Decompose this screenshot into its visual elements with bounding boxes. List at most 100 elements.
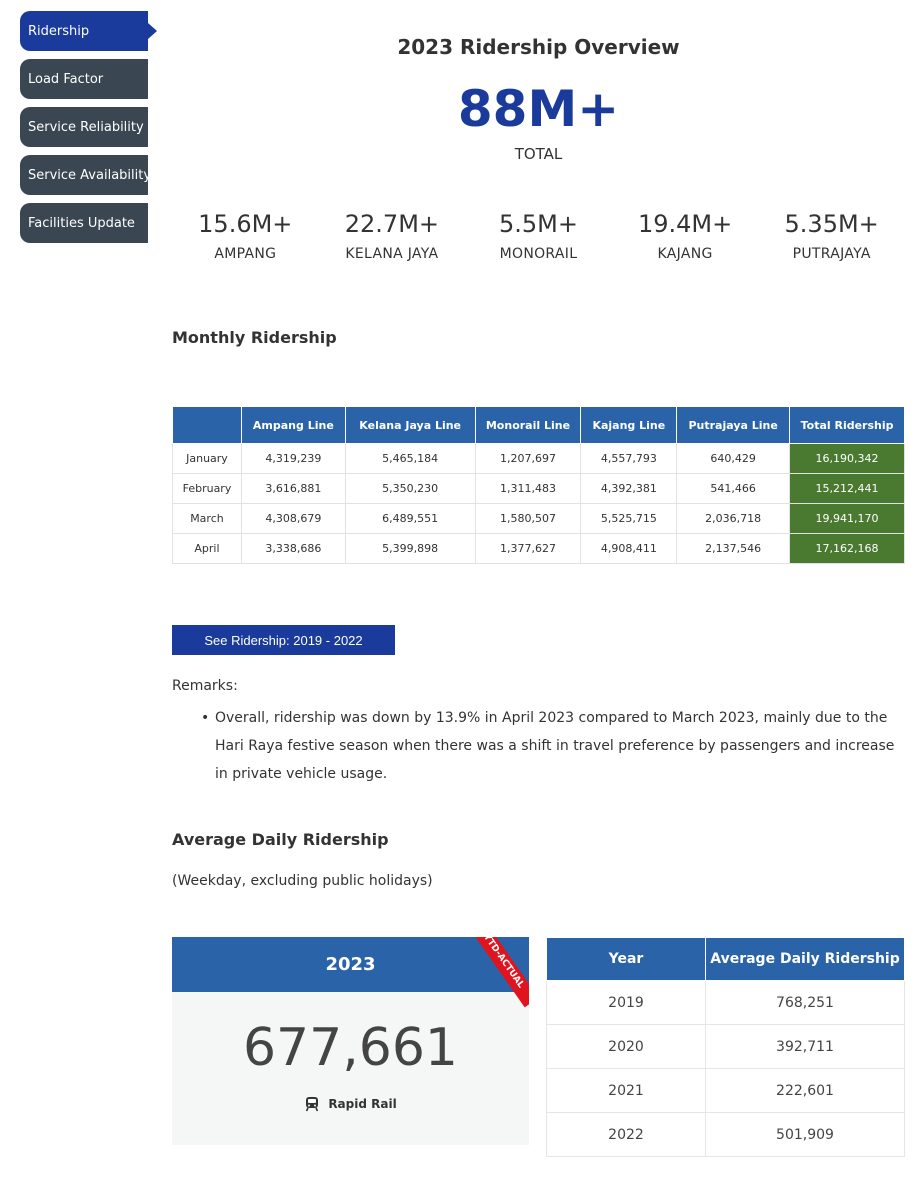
total-cell: 16,190,342 bbox=[789, 443, 905, 474]
table-cell: 2019 bbox=[546, 980, 706, 1025]
stat-value: 22.7M+ bbox=[344, 210, 440, 238]
table-cell: 1,377,627 bbox=[474, 533, 582, 564]
card-label: Rapid Rail bbox=[328, 1097, 397, 1111]
overview-title: 2023 Ridership Overview bbox=[397, 35, 680, 59]
column-header: Kelana Jaya Line bbox=[344, 406, 476, 444]
stat-value: 5.35M+ bbox=[784, 210, 879, 238]
stat-monorail: 5.5M+ MONORAIL bbox=[465, 210, 612, 262]
column-header: Total Ridership bbox=[789, 406, 905, 444]
stat-value: 5.5M+ bbox=[498, 210, 578, 238]
table-cell: 392,711 bbox=[705, 1024, 905, 1069]
table-row: 2020 392,711 bbox=[546, 1024, 905, 1069]
column-header: Monorail Line bbox=[474, 406, 582, 444]
table-cell: 768,251 bbox=[705, 980, 905, 1025]
stat-kajang: 19.4M+ KAJANG bbox=[612, 210, 759, 262]
sidebar-item-label: Service Availability bbox=[28, 167, 152, 183]
table-cell: 6,489,551 bbox=[344, 503, 476, 534]
table-cell: January bbox=[172, 443, 242, 474]
total-cell: 15,212,441 bbox=[789, 473, 905, 504]
remarks-label: Remarks: bbox=[172, 678, 238, 694]
bullet-icon: • bbox=[201, 710, 210, 726]
table-cell: 3,616,881 bbox=[240, 473, 346, 504]
table-cell: 1,207,697 bbox=[474, 443, 582, 474]
table-row: 2019 768,251 bbox=[546, 980, 905, 1025]
table-header-row: Ampang Line Kelana Jaya Line Monorail Li… bbox=[172, 406, 905, 444]
table-row: February 3,616,881 5,350,230 1,311,483 4… bbox=[172, 473, 905, 504]
table-cell: 5,525,715 bbox=[580, 503, 678, 534]
remarks-list: • Overall, ridership was down by 13.9% i… bbox=[201, 704, 907, 788]
table-cell: 3,338,686 bbox=[240, 533, 346, 564]
train-icon bbox=[306, 1097, 319, 1112]
table-cell: 2020 bbox=[546, 1024, 706, 1069]
list-item: • Overall, ridership was down by 13.9% i… bbox=[201, 704, 907, 788]
ytd-card: 2023 YTD-ACTUAL 677,661 Rapid Rail bbox=[172, 937, 529, 1145]
stat-kelana-jaya: 22.7M+ KELANA JAYA bbox=[319, 210, 466, 262]
sidebar-item-label: Load Factor bbox=[28, 71, 104, 87]
table-cell: March bbox=[172, 503, 242, 534]
stat-value: 19.4M+ bbox=[637, 210, 733, 238]
stat-ampang: 15.6M+ AMPANG bbox=[172, 210, 319, 262]
total-cell: 19,941,170 bbox=[789, 503, 905, 534]
table-cell: 1,580,507 bbox=[474, 503, 582, 534]
table-row: March 4,308,679 6,489,551 1,580,507 5,52… bbox=[172, 503, 905, 534]
table-row: April 3,338,686 5,399,898 1,377,627 4,90… bbox=[172, 533, 905, 564]
total-cell: 17,162,168 bbox=[789, 533, 905, 564]
table-cell: 5,465,184 bbox=[344, 443, 476, 474]
table-row: January 4,319,239 5,465,184 1,207,697 4,… bbox=[172, 443, 905, 474]
average-note: (Weekday, excluding public holidays) bbox=[172, 873, 433, 889]
sidebar-item-label: Facilities Update bbox=[28, 215, 135, 231]
table-cell: 2022 bbox=[546, 1112, 706, 1157]
table-cell: 501,909 bbox=[705, 1112, 905, 1157]
overview-total-label: TOTAL bbox=[514, 145, 563, 163]
card-footer: Rapid Rail bbox=[172, 1096, 529, 1112]
table-cell: 5,399,898 bbox=[344, 533, 476, 564]
table-cell: 5,350,230 bbox=[344, 473, 476, 504]
sidebar-item-ridership[interactable]: Ridership bbox=[20, 11, 157, 51]
table-cell: February bbox=[172, 473, 242, 504]
card-year: 2023 bbox=[172, 937, 529, 992]
stat-label: KAJANG bbox=[657, 246, 713, 262]
see-ridership-button[interactable]: See Ridership: 2019 - 2022 bbox=[172, 625, 395, 655]
column-header: Ampang Line bbox=[240, 406, 346, 444]
sidebar-item-load-factor[interactable]: Load Factor bbox=[20, 59, 148, 99]
monthly-ridership-title: Monthly Ridership bbox=[172, 328, 337, 347]
stat-putrajaya: 5.35M+ PUTRAJAYA bbox=[758, 210, 905, 262]
card-value: 677,661 bbox=[242, 1018, 459, 1078]
stat-label: PUTRAJAYA bbox=[792, 246, 871, 262]
table-cell: 4,308,679 bbox=[240, 503, 346, 534]
table-cell: 640,429 bbox=[676, 443, 791, 474]
sidebar-item-facilities-update[interactable]: Facilities Update bbox=[20, 203, 148, 243]
table-cell: 2,036,718 bbox=[676, 503, 791, 534]
table-cell: April bbox=[172, 533, 242, 564]
table-cell: 4,392,381 bbox=[580, 473, 678, 504]
table-cell: 4,557,793 bbox=[580, 443, 678, 474]
stat-label: KELANA JAYA bbox=[345, 246, 439, 262]
sidebar-nav: Ridership Load Factor Service Reliabilit… bbox=[20, 11, 157, 251]
stat-label: MONORAIL bbox=[499, 246, 578, 262]
line-stats: 15.6M+ AMPANG 22.7M+ KELANA JAYA 5.5M+ M… bbox=[172, 210, 905, 262]
table-cell: 4,319,239 bbox=[240, 443, 346, 474]
monthly-ridership-table: Ampang Line Kelana Jaya Line Monorail Li… bbox=[172, 406, 905, 564]
column-header: Average Daily Ridership bbox=[705, 937, 905, 981]
column-header: Putrajaya Line bbox=[676, 406, 791, 444]
table-cell: 4,908,411 bbox=[580, 533, 678, 564]
average-daily-ridership-title: Average Daily Ridership bbox=[172, 830, 389, 849]
table-header-row: Year Average Daily Ridership bbox=[546, 937, 905, 981]
sidebar-item-service-availability[interactable]: Service Availability bbox=[20, 155, 152, 195]
table-cell: 1,311,483 bbox=[474, 473, 582, 504]
column-header bbox=[172, 406, 242, 444]
table-cell: 541,466 bbox=[676, 473, 791, 504]
stat-label: AMPANG bbox=[214, 246, 277, 262]
table-row: 2022 501,909 bbox=[546, 1112, 905, 1157]
sidebar-item-label: Ridership bbox=[28, 23, 90, 39]
table-cell: 222,601 bbox=[705, 1068, 905, 1113]
yearly-average-table: Year Average Daily Ridership 2019 768,25… bbox=[546, 937, 905, 1157]
stat-value: 15.6M+ bbox=[198, 210, 293, 238]
remark-text: Overall, ridership was down by 13.9% in … bbox=[215, 710, 895, 782]
column-header: Year bbox=[546, 937, 706, 981]
table-row: 2021 222,601 bbox=[546, 1068, 905, 1113]
table-cell: 2,137,546 bbox=[676, 533, 791, 564]
sidebar-item-service-reliability[interactable]: Service Reliability bbox=[20, 107, 148, 147]
table-cell: 2021 bbox=[546, 1068, 706, 1113]
sidebar-item-label: Service Reliability bbox=[28, 119, 144, 135]
